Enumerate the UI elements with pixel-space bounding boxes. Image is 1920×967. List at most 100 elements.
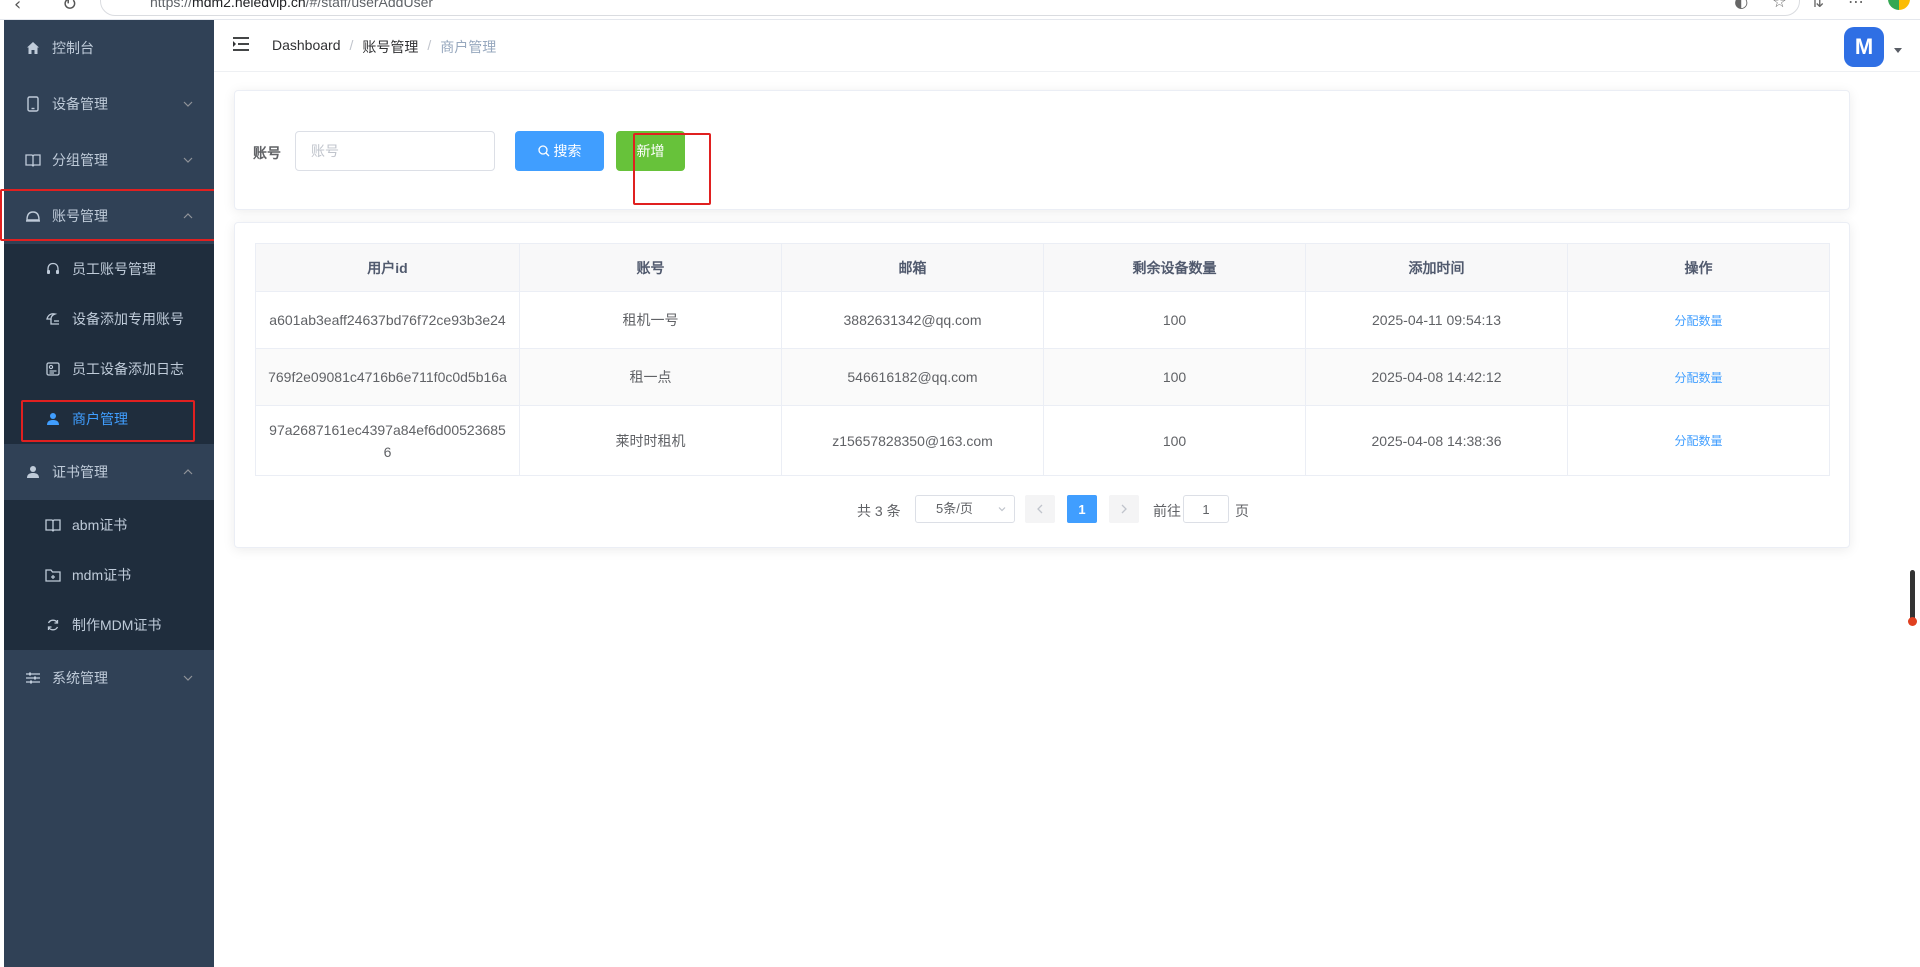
goto-page-input[interactable] — [1183, 495, 1229, 523]
cell-time: 2025-04-11 09:54:13 — [1305, 291, 1568, 349]
table-row: 769f2e09081c4716b6e711f0c0d5b16a 租一点 546… — [255, 348, 1830, 406]
url-text[interactable]: https://mdm2.heledvip.cn/#/staff/userAdd… — [150, 0, 433, 10]
cell-user-id: a601ab3eaff24637bd76f72ce93b3e24 — [255, 291, 520, 349]
sidebar-item-label: 商户管理 — [72, 411, 128, 427]
table-card: 用户id 账号 邮箱 剩余设备数量 添加时间 操作 a601ab3eaff246… — [234, 222, 1850, 548]
chevron-down-icon — [183, 675, 193, 681]
cell-remaining: 100 — [1043, 405, 1306, 476]
sidebar-item-device-add-account[interactable]: 设备添加专用账号 — [4, 294, 214, 344]
chevron-down-icon — [183, 101, 193, 107]
account-search-input[interactable] — [295, 131, 495, 171]
browser-toolbar: ‹ ↻ https://mdm2.heledvip.cn/#/staff/use… — [0, 0, 1920, 20]
cell-user-id: 769f2e09081c4716b6e711f0c0d5b16a — [255, 348, 520, 406]
sidebar-item-label: mdm证书 — [72, 567, 132, 583]
table-row: 97a2687161ec4397a84ef6d005236856 莱时时租机 z… — [255, 405, 1830, 476]
sidebar-item-label: 控制台 — [52, 40, 94, 56]
allocate-link[interactable]: 分配数量 — [1674, 434, 1722, 448]
cell-email: 3882631342@qq.com — [781, 291, 1044, 349]
folder-icon — [44, 566, 62, 584]
translate-icon[interactable]: ◐ — [1734, 0, 1748, 11]
sidebar-item-staff-device-log[interactable]: 员工设备添加日志 — [4, 344, 214, 394]
chevron-right-icon — [1121, 504, 1127, 514]
sidebar: 控制台 设备管理 分组管理 账号管理 员工账号管理 设备添加专用账号 员工设备添… — [0, 20, 216, 967]
allocate-link[interactable]: 分配数量 — [1674, 314, 1722, 328]
allocate-link[interactable]: 分配数量 — [1674, 371, 1722, 385]
sidebar-item-mdm-cert[interactable]: mdm证书 — [4, 550, 214, 600]
navbar: Dashboard / 账号管理 / 商户管理 M — [214, 20, 1920, 72]
sidebar-item-label: 分组管理 — [52, 152, 108, 168]
main-content: 账号 搜索 新增 用户id 账号 邮箱 剩余设备数量 添加时间 操作 — [214, 72, 1920, 967]
sidebar-item-staff-accounts[interactable]: 员工账号管理 — [4, 244, 214, 294]
sidebar-item-label: 账号管理 — [52, 208, 108, 224]
account-label: 账号 — [253, 145, 281, 161]
sidebar-item-system[interactable]: 系统管理 — [4, 650, 214, 706]
sidebar-item-label: 员工设备添加日志 — [72, 361, 184, 377]
goto-label: 前往 — [1153, 503, 1181, 519]
chevron-up-icon — [183, 469, 193, 475]
star-icon[interactable]: ☆ — [1772, 0, 1786, 11]
sidebar-item-label: 设备管理 — [52, 96, 108, 112]
column-header: 操作 — [1567, 243, 1830, 292]
search-card: 账号 搜索 新增 — [234, 90, 1850, 210]
profile-icon[interactable] — [1888, 0, 1910, 10]
cell-time: 2025-04-08 14:42:12 — [1305, 348, 1568, 406]
scroll-indicator[interactable] — [1908, 570, 1917, 626]
next-page-button[interactable] — [1109, 495, 1139, 523]
table-row: a601ab3eaff24637bd76f72ce93b3e24 租机一号 38… — [255, 291, 1830, 349]
sidebar-item-merchant-management[interactable]: 商户管理 — [4, 394, 214, 444]
hamburger-icon[interactable] — [232, 35, 252, 53]
column-header: 用户id — [255, 243, 520, 292]
chevron-up-icon — [183, 213, 193, 219]
sidebar-item-make-mdm-cert[interactable]: 制作MDM证书 — [4, 600, 214, 650]
column-header: 剩余设备数量 — [1043, 243, 1306, 292]
page-suffix: 页 — [1235, 503, 1249, 519]
column-header: 账号 — [519, 243, 782, 292]
sidebar-item-groups[interactable]: 分组管理 — [4, 132, 214, 188]
breadcrumb: Dashboard / 账号管理 / 商户管理 — [272, 37, 497, 57]
cell-user-id: 97a2687161ec4397a84ef6d005236856 — [255, 405, 520, 476]
add-button[interactable]: 新增 — [616, 131, 685, 171]
breadcrumb-accounts[interactable]: 账号管理 — [362, 37, 418, 57]
sidebar-item-accounts[interactable]: 账号管理 — [4, 188, 214, 244]
cell-account: 租一点 — [519, 348, 782, 406]
sidebar-item-abm-cert[interactable]: abm证书 — [4, 500, 214, 550]
split-icon[interactable]: ⇅ — [1811, 0, 1824, 11]
page-number-current[interactable]: 1 — [1067, 495, 1097, 523]
cell-email: z15657828350@163.com — [781, 405, 1044, 476]
sidebar-item-label: 系统管理 — [52, 670, 108, 686]
home-icon — [24, 39, 42, 57]
sidebar-item-label: 设备添加专用账号 — [72, 311, 184, 327]
sidebar-item-label: 制作MDM证书 — [72, 617, 162, 633]
merchant-table: 用户id 账号 邮箱 剩余设备数量 添加时间 操作 a601ab3eaff246… — [255, 243, 1830, 476]
headset-icon — [44, 260, 62, 278]
pagination: 共 3 条 5条/页 1 前往 页 — [235, 495, 1851, 523]
cell-email: 546616182@qq.com — [781, 348, 1044, 406]
caret-down-icon[interactable] — [1894, 48, 1902, 53]
page-size-select[interactable]: 5条/页 — [915, 495, 1015, 523]
sidebar-item-label: 员工账号管理 — [72, 261, 156, 277]
user-icon — [24, 463, 42, 481]
avatar[interactable]: M — [1844, 27, 1884, 67]
chevron-down-icon — [183, 157, 193, 163]
sidebar-item-label: abm证书 — [72, 517, 128, 533]
certificate-submenu: abm证书 mdm证书 制作MDM证书 — [4, 500, 214, 650]
search-button[interactable]: 搜索 — [515, 131, 604, 171]
reload-icon[interactable]: ↻ — [62, 0, 77, 15]
back-icon[interactable]: ‹ — [14, 0, 21, 15]
book-icon — [44, 516, 62, 534]
cell-account: 租机一号 — [519, 291, 782, 349]
more-icon[interactable]: ⋯ — [1848, 0, 1864, 11]
account-submenu: 员工账号管理 设备添加专用账号 员工设备添加日志 商户管理 — [4, 244, 214, 444]
cell-remaining: 100 — [1043, 291, 1306, 349]
chevron-left-icon — [1037, 504, 1043, 514]
chevron-down-icon — [998, 507, 1006, 512]
column-header: 添加时间 — [1305, 243, 1568, 292]
prev-page-button[interactable] — [1025, 495, 1055, 523]
sidebar-item-certificates[interactable]: 证书管理 — [4, 444, 214, 500]
sidebar-item-dashboard[interactable]: 控制台 — [4, 20, 214, 76]
table-header-row: 用户id 账号 邮箱 剩余设备数量 添加时间 操作 — [255, 243, 1830, 292]
breadcrumb-dashboard[interactable]: Dashboard — [272, 37, 341, 57]
sidebar-item-devices[interactable]: 设备管理 — [4, 76, 214, 132]
sliders-icon — [24, 669, 42, 687]
book-icon — [24, 151, 42, 169]
